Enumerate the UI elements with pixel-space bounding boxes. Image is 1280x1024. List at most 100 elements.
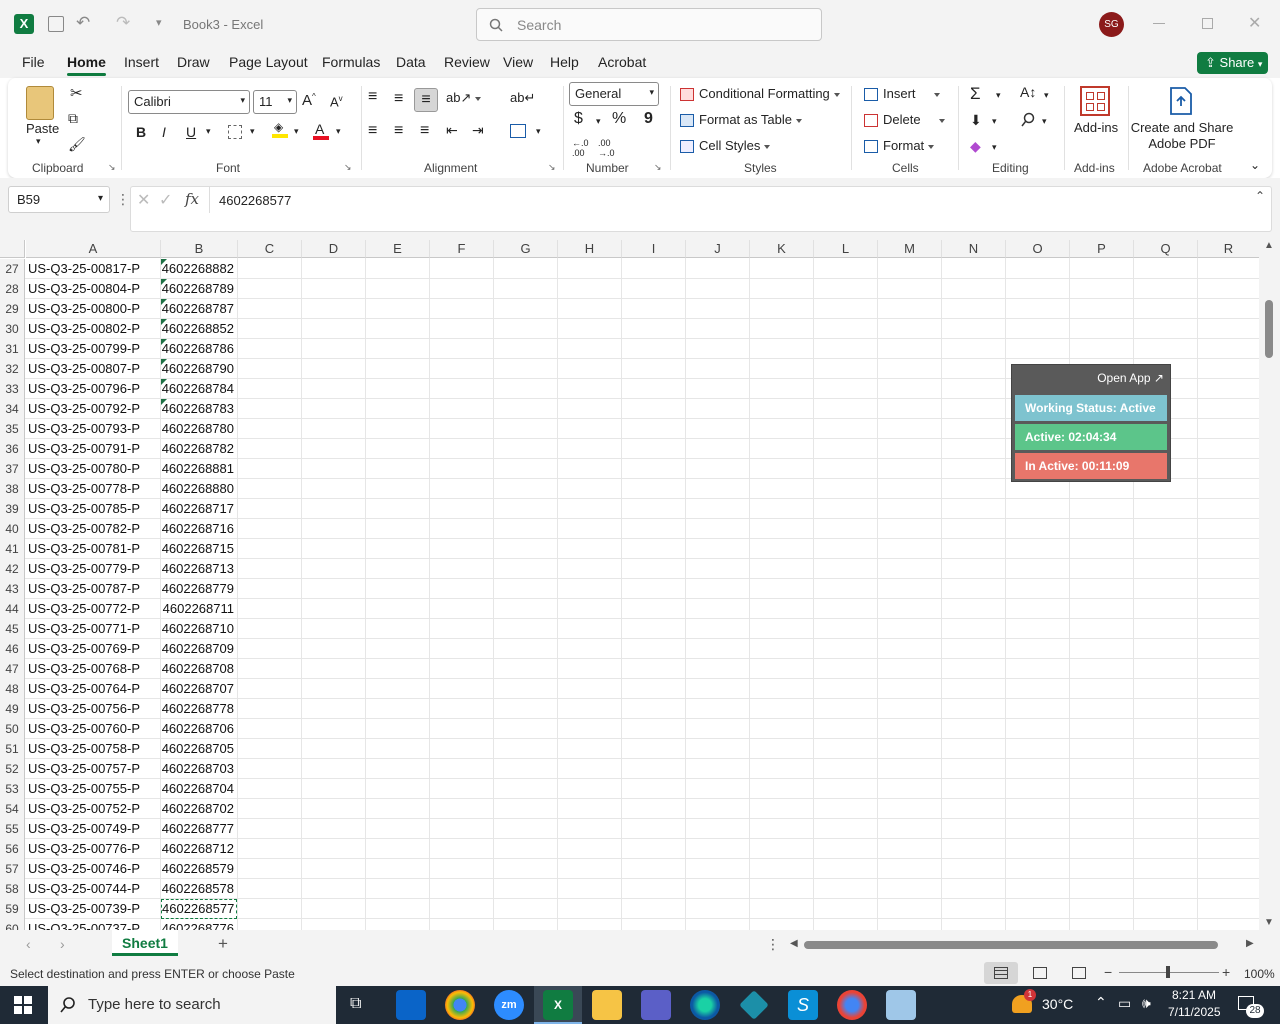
row-header[interactable]: 27: [0, 259, 25, 279]
underline-icon[interactable]: U: [186, 124, 196, 140]
cell-b[interactable]: 4602268577: [161, 899, 237, 919]
column-header[interactable]: D: [302, 240, 366, 258]
tab-file[interactable]: File: [22, 54, 45, 70]
row-header[interactable]: 60: [0, 919, 25, 930]
column-header[interactable]: E: [366, 240, 430, 258]
fill-color-icon[interactable]: ◈: [272, 120, 288, 138]
cell-b[interactable]: 4602268712: [161, 839, 237, 859]
cell-a[interactable]: US-Q3-25-00776-P: [28, 839, 160, 859]
cell-a[interactable]: US-Q3-25-00792-P: [28, 399, 160, 419]
scroll-up-icon[interactable]: ▲: [1264, 240, 1274, 251]
paste-icon[interactable]: [26, 86, 54, 120]
cell-b[interactable]: 4602268782: [161, 439, 237, 459]
clock-time[interactable]: 8:21 AM: [1172, 988, 1216, 1002]
format-cells-button[interactable]: Format: [864, 138, 935, 154]
cell-b[interactable]: 4602268711: [161, 599, 237, 619]
create-pdf-icon[interactable]: [1168, 86, 1194, 116]
row-header[interactable]: 37: [0, 459, 25, 479]
cell-b[interactable]: 4602268705: [161, 739, 237, 759]
decrease-font-size-icon[interactable]: Av: [330, 94, 343, 109]
cell-a[interactable]: US-Q3-25-00758-P: [28, 739, 160, 759]
collapse-ribbon-icon[interactable]: ⌄: [1250, 158, 1260, 172]
column-header[interactable]: P: [1070, 240, 1134, 258]
cell-a[interactable]: US-Q3-25-00780-P: [28, 459, 160, 479]
cut-icon[interactable]: ✂: [70, 84, 83, 102]
open-app-link[interactable]: Open App ↗: [1097, 371, 1164, 385]
cell-a[interactable]: US-Q3-25-00755-P: [28, 779, 160, 799]
tab-acrobat[interactable]: Acrobat: [598, 54, 646, 70]
cell-a[interactable]: US-Q3-25-00785-P: [28, 499, 160, 519]
tab-page-layout[interactable]: Page Layout: [229, 54, 308, 70]
tab-review[interactable]: Review: [444, 54, 490, 70]
addins-button[interactable]: Add-ins: [1074, 120, 1118, 135]
column-header[interactable]: H: [558, 240, 622, 258]
insert-function-icon[interactable]: fx: [185, 190, 199, 208]
row-header[interactable]: 34: [0, 399, 25, 419]
cell-a[interactable]: US-Q3-25-00752-P: [28, 799, 160, 819]
volume-icon[interactable]: 🕪: [1142, 995, 1151, 1012]
scroll-right-icon[interactable]: ▶: [1246, 938, 1254, 949]
increase-indent-icon[interactable]: ⇥: [472, 122, 484, 139]
zoom-slider-thumb[interactable]: [1166, 966, 1170, 978]
number-format-select[interactable]: General ▾: [569, 82, 659, 106]
cell-b[interactable]: 4602268783: [161, 399, 237, 419]
avatar[interactable]: SG: [1099, 12, 1124, 37]
cell-a[interactable]: US-Q3-25-00757-P: [28, 759, 160, 779]
cell-a[interactable]: US-Q3-25-00802-P: [28, 319, 160, 339]
row-header[interactable]: 39: [0, 499, 25, 519]
edge-icon[interactable]: [690, 990, 720, 1020]
row-header[interactable]: 48: [0, 679, 25, 699]
row-header[interactable]: 43: [0, 579, 25, 599]
customize-quick-access-icon[interactable]: ▾: [156, 16, 162, 29]
cell-b[interactable]: 4602268709: [161, 639, 237, 659]
close-icon[interactable]: ✕: [1248, 13, 1261, 33]
paste-dropdown-icon[interactable]: ▾: [36, 136, 41, 147]
cell-a[interactable]: US-Q3-25-00749-P: [28, 819, 160, 839]
prev-sheet-icon[interactable]: ‹: [26, 936, 31, 952]
cell-b[interactable]: 4602268880: [161, 479, 237, 499]
clear-icon[interactable]: ◆: [970, 138, 981, 155]
column-header[interactable]: L: [814, 240, 878, 258]
cell-a[interactable]: US-Q3-25-00756-P: [28, 699, 160, 719]
cell-a[interactable]: US-Q3-25-00791-P: [28, 439, 160, 459]
font-launcher-icon[interactable]: ↘: [344, 162, 352, 173]
row-header[interactable]: 56: [0, 839, 25, 859]
cell-a[interactable]: US-Q3-25-00781-P: [28, 539, 160, 559]
sort-filter-dropdown-icon[interactable]: ▾: [1044, 90, 1049, 101]
row-header[interactable]: 47: [0, 659, 25, 679]
cell-a[interactable]: US-Q3-25-00746-P: [28, 859, 160, 879]
insert-cells-button[interactable]: Insert: [864, 86, 940, 102]
column-header[interactable]: F: [430, 240, 494, 258]
tab-draw[interactable]: Draw: [177, 54, 210, 70]
decrease-decimal-icon[interactable]: .00 →.0: [598, 138, 615, 158]
row-header[interactable]: 50: [0, 719, 25, 739]
app-diamond-icon[interactable]: [739, 990, 769, 1020]
underline-dropdown-icon[interactable]: ▾: [206, 126, 211, 137]
cell-a[interactable]: US-Q3-25-00739-P: [28, 899, 160, 919]
cell-b[interactable]: 4602268881: [161, 459, 237, 479]
cell-a[interactable]: US-Q3-25-00793-P: [28, 419, 160, 439]
cell-b[interactable]: 4602268786: [161, 339, 237, 359]
borders-icon[interactable]: [228, 125, 242, 139]
cell-b[interactable]: 4602268710: [161, 619, 237, 639]
create-share-pdf-button[interactable]: Create and Share Adobe PDF: [1130, 120, 1234, 152]
cell-b[interactable]: 4602268779: [161, 579, 237, 599]
tab-split-icon[interactable]: ⋮: [766, 936, 780, 953]
font-size-select[interactable]: 11 ▾: [253, 90, 297, 114]
orientation-icon[interactable]: ab↗: [446, 90, 482, 106]
cell-b[interactable]: 4602268780: [161, 419, 237, 439]
font-color-icon[interactable]: A: [313, 121, 329, 140]
row-header[interactable]: 30: [0, 319, 25, 339]
network-icon[interactable]: ▭: [1118, 995, 1131, 1012]
cell-a[interactable]: US-Q3-25-00744-P: [28, 879, 160, 899]
cell-b[interactable]: 4602268882: [161, 259, 237, 279]
cancel-entry-icon[interactable]: ✕: [137, 190, 150, 210]
cell-styles-button[interactable]: Cell Styles: [680, 138, 771, 154]
cell-b[interactable]: 4602268706: [161, 719, 237, 739]
cell-b[interactable]: 4602268708: [161, 659, 237, 679]
cell-a[interactable]: US-Q3-25-00782-P: [28, 519, 160, 539]
autosum-icon[interactable]: Σ: [970, 84, 981, 104]
comma-style-icon[interactable]: 9: [644, 110, 653, 128]
row-header[interactable]: 59: [0, 899, 25, 919]
tab-help[interactable]: Help: [550, 54, 579, 70]
